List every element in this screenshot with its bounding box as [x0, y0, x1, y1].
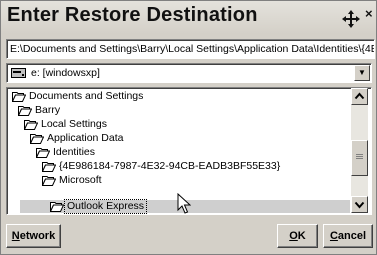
open-folder-icon — [24, 120, 38, 130]
scroll-down-button[interactable] — [351, 196, 368, 213]
ok-label-rest: K — [297, 230, 306, 242]
network-button[interactable]: Network — [6, 224, 61, 248]
scroll-up-button[interactable] — [351, 88, 368, 105]
tree-item-label: Identities — [53, 146, 96, 158]
title-bar[interactable]: Enter Restore Destination × — [1, 1, 376, 34]
drive-icon — [11, 68, 26, 78]
drive-select-value: e: [windowsxp] — [31, 67, 100, 79]
open-folder-icon — [36, 148, 50, 158]
chevron-down-icon[interactable]: ▼ — [354, 65, 370, 81]
open-folder-icon — [50, 202, 64, 212]
tree-item-label: {4E986184-7987-4E32-94CB-EADB3BF55E33} — [59, 160, 281, 172]
move-icon[interactable] — [341, 9, 361, 29]
scrollbar-thumb[interactable] — [351, 140, 368, 176]
tree-item-label: Documents and Settings — [29, 90, 144, 102]
close-icon[interactable]: × — [365, 6, 373, 21]
chevron-down-icon — [354, 201, 365, 209]
open-folder-icon — [42, 162, 56, 172]
restore-destination-dialog: Enter Restore Destination × E:\Documents… — [0, 0, 377, 255]
tree-item-label: Local Settings — [41, 118, 107, 130]
tree-item-label: Application Data — [47, 132, 124, 144]
tree-item-label: Microsoft — [59, 174, 102, 186]
network-hotkey: N — [11, 230, 20, 242]
ok-button[interactable]: OK — [277, 224, 318, 248]
destination-path-field[interactable]: E:\Documents and Settings\Barry\Local Se… — [6, 39, 375, 59]
tree-item-label: Barry — [35, 104, 61, 116]
chevron-up-icon — [354, 92, 365, 100]
drive-select[interactable]: e: [windowsxp] ▼ — [6, 63, 372, 83]
cancel-label-rest: ancel — [337, 230, 367, 242]
tree-item-label: Outlook Express — [63, 199, 148, 214]
open-folder-icon — [18, 106, 32, 116]
ok-hotkey: O — [289, 230, 298, 242]
dialog-title: Enter Restore Destination — [7, 4, 258, 26]
open-folder-icon — [30, 134, 44, 144]
vertical-scrollbar[interactable] — [351, 88, 368, 213]
network-label-rest: etwork — [19, 230, 56, 242]
cancel-hotkey: C — [329, 230, 338, 242]
cancel-button[interactable]: Cancel — [323, 224, 373, 248]
mouse-pointer-icon — [177, 193, 191, 214]
grip-icon — [356, 154, 363, 159]
open-folder-icon — [42, 176, 56, 186]
open-folder-icon — [12, 92, 26, 102]
